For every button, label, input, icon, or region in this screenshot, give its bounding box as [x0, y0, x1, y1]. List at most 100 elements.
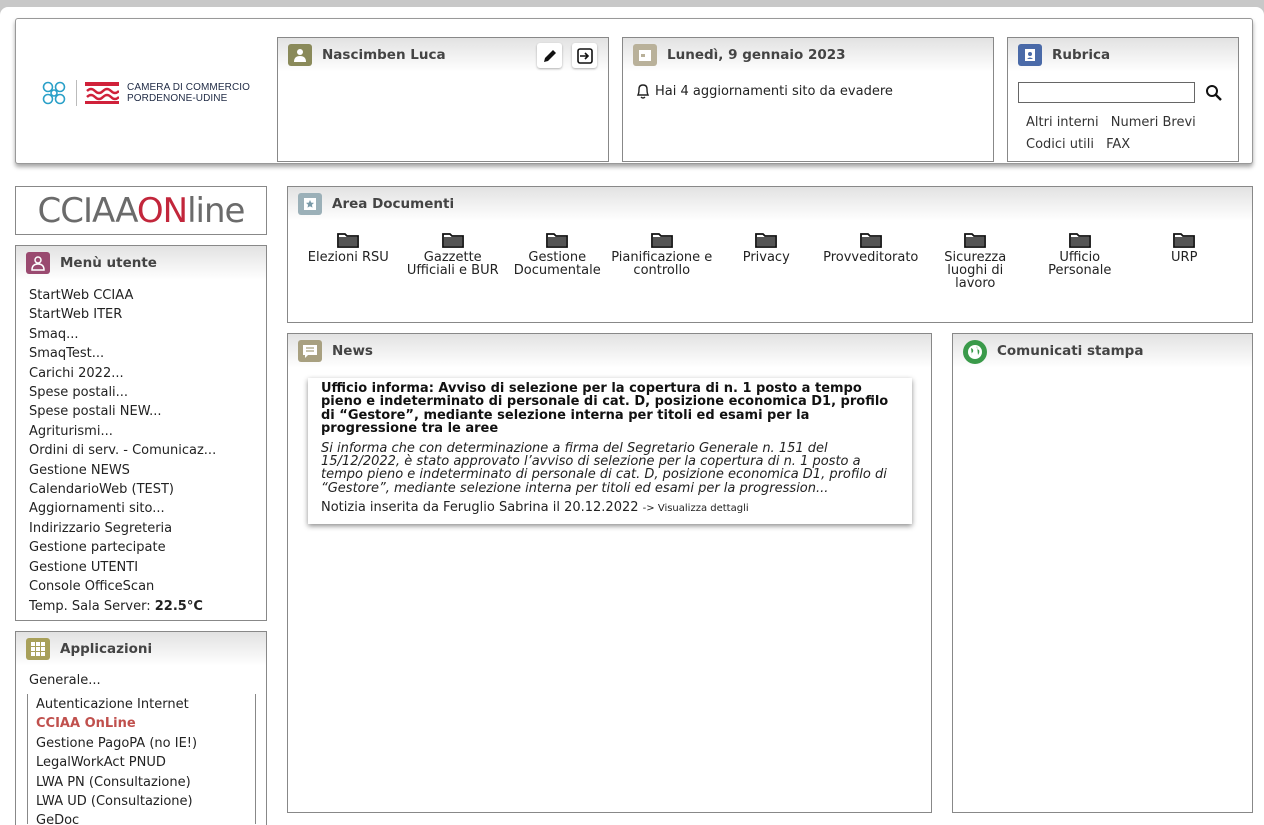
menu-item[interactable]: Spese postali NEW... [29, 402, 266, 421]
menu-item[interactable]: Aggiornamenti sito... [29, 499, 266, 518]
logo-divider [76, 80, 77, 106]
menu-item[interactable]: Gestione partecipate [29, 538, 266, 557]
rubrica-link-altri-interni[interactable]: Altri interni [1026, 115, 1099, 130]
menu-item[interactable]: SmaqTest... [29, 344, 266, 363]
app-item[interactable]: LWA PN (Consultazione) [36, 773, 255, 792]
updates-notice-text: Hai 4 aggiornamenti sito da evadere [655, 83, 893, 99]
news-headline[interactable]: Ufficio informa: Avviso di selezione per… [321, 382, 900, 436]
folder-gestione-documentale[interactable]: Gestione Documentale [505, 231, 610, 290]
folder-ufficio-personale[interactable]: Ufficio Personale [1028, 231, 1133, 290]
menu-item[interactable]: Ordini di serv. - Comunicaz... [29, 441, 266, 460]
folder-label: Elezioni RSU [307, 250, 389, 265]
folder-label: Pianificazione e controllo [611, 250, 713, 278]
user-menu-header: Menù utente [16, 246, 266, 280]
rubrica-panel: Rubrica Altri interni Numeri Brevi Codic… [1007, 37, 1239, 162]
news-header: News [288, 334, 931, 368]
folder-icon [755, 233, 778, 248]
applications-title: Applicazioni [60, 641, 153, 657]
menu-item[interactable]: Console OfficeScan [29, 577, 266, 596]
menu-item[interactable]: Carichi 2022... [29, 364, 266, 383]
folder-gazzette[interactable]: Gazzette Ufficiali e BUR [401, 231, 506, 290]
server-temperature-value: 22.5°C [154, 598, 203, 614]
current-date: Lunedì, 9 gennaio 2023 [667, 47, 846, 63]
app-item[interactable]: Autenticazione Internet [36, 695, 255, 714]
folder-label: Gazzette Ufficiali e BUR [406, 250, 499, 278]
rubrica-title: Rubrica [1052, 47, 1111, 63]
folder-label: URP [1171, 250, 1198, 265]
address-book-icon [1018, 44, 1042, 66]
chamber-name-line1: CAMERA DI COMMERCIO [127, 82, 251, 93]
applications-header: Applicazioni [16, 632, 266, 666]
menu-item[interactable]: CalendarioWeb (TEST) [29, 480, 266, 499]
menu-item[interactable]: StartWeb ITER [29, 305, 266, 324]
folder-provveditorato[interactable]: Provveditorato [819, 231, 924, 290]
user-menu-icon [26, 252, 50, 274]
app-item[interactable]: LWA UD (Consultazione) [36, 792, 255, 811]
cciaa-online-wordmark: CCIAAONline [37, 190, 246, 231]
app-item[interactable]: LegalWorkAct PNUD [36, 753, 255, 772]
chamber-name: CAMERA DI COMMERCIO PORDENONE-UDINE [127, 82, 250, 104]
app-item[interactable]: Gestione PagoPA (no IE!) [36, 734, 255, 753]
news-details-link[interactable]: -> Visualizza dettagli [643, 503, 749, 514]
user-panel: Nascimben Luca [277, 37, 609, 162]
menu-item[interactable]: Agriturismi... [29, 422, 266, 441]
menu-item[interactable]: StartWeb CCIAA [29, 286, 266, 305]
edit-profile-button[interactable] [537, 43, 562, 68]
folder-icon [546, 233, 569, 248]
news-summary: Si informa che con determinazione a firm… [321, 440, 887, 496]
news-meta: Notizia inserita da Feruglio Sabrina il … [321, 500, 900, 515]
folder-icon [650, 233, 673, 248]
folder-label: Ufficio Personale [1048, 250, 1112, 278]
app-item[interactable]: GeDoc [36, 811, 255, 824]
page: CAMERA DI COMMERCIO PORDENONE-UDINE Nasc… [0, 7, 1264, 825]
waves-logo-icon [85, 82, 119, 104]
chamber-name-line2: PORDENONE-UDINE [127, 93, 228, 104]
user-menu-title: Menù utente [60, 255, 157, 271]
menu-item[interactable]: Gestione UTENTI [29, 558, 266, 577]
user-name: Nascimben Luca [322, 47, 446, 63]
cciaa-online-logo[interactable]: CCIAAONline [15, 186, 267, 235]
folder-elezioni-rsu[interactable]: Elezioni RSU [296, 231, 401, 290]
folder-sicurezza[interactable]: Sicurezza luoghi di lavoro [923, 231, 1028, 290]
server-temperature-label: Temp. Sala Server: [29, 598, 151, 614]
applications-list: Autenticazione Internet CCIAA OnLine Ges… [27, 694, 256, 824]
folder-icon [1173, 233, 1196, 248]
menu-item[interactable]: Spese postali... [29, 383, 266, 402]
rubrica-panel-header: Rubrica [1008, 38, 1238, 72]
documents-header: Area Documenti [288, 187, 1252, 221]
updates-notice[interactable]: Hai 4 aggiornamenti sito da evadere [635, 82, 893, 100]
rubrica-search-input[interactable] [1018, 82, 1195, 103]
grid-icon [26, 638, 50, 660]
flower-logo-icon [42, 81, 66, 105]
app-item-active[interactable]: CCIAA OnLine [36, 714, 255, 733]
folder-label: Provveditorato [823, 250, 919, 265]
date-panel: Lunedì, 9 gennaio 2023 Hai 4 aggiornamen… [622, 37, 994, 162]
logo-part-line: line [187, 190, 245, 231]
folder-label: Gestione Documentale [513, 250, 601, 278]
logout-icon [576, 47, 593, 64]
rubrica-link-codici-utili[interactable]: Codici utili [1026, 137, 1094, 152]
logo-part-cciaa: CCIAA [37, 190, 138, 231]
folder-icon [859, 233, 882, 248]
news-card[interactable]: Ufficio informa: Avviso di selezione per… [308, 378, 912, 524]
menu-item[interactable]: Indirizzario Segreteria [29, 519, 266, 538]
applications-group-generale[interactable]: Generale... [16, 666, 266, 690]
rubrica-link-fax[interactable]: FAX [1106, 137, 1130, 152]
menu-item[interactable]: Gestione NEWS [29, 461, 266, 480]
search-icon[interactable] [1205, 84, 1223, 102]
folder-icon [1068, 233, 1091, 248]
folder-pianificazione[interactable]: Pianificazione e controllo [610, 231, 715, 290]
press-panel: Comunicati stampa [952, 333, 1253, 813]
documents-folders: Elezioni RSU Gazzette Ufficiali e BUR Ge… [296, 231, 1244, 290]
news-panel: News Ufficio informa: Avviso di selezion… [287, 333, 932, 813]
folder-privacy[interactable]: Privacy [714, 231, 819, 290]
date-panel-header: Lunedì, 9 gennaio 2023 [623, 38, 993, 72]
chamber-logo[interactable]: CAMERA DI COMMERCIO PORDENONE-UDINE [38, 77, 250, 109]
rubrica-link-numeri-brevi[interactable]: Numeri Brevi [1111, 115, 1196, 130]
menu-item[interactable]: Smaq... [29, 325, 266, 344]
rubrica-search [1018, 82, 1223, 103]
pencil-icon [543, 49, 556, 62]
folder-urp[interactable]: URP [1132, 231, 1237, 290]
logout-button[interactable] [572, 43, 597, 68]
user-menu-list: StartWeb CCIAA StartWeb ITER Smaq... Sma… [16, 280, 266, 616]
